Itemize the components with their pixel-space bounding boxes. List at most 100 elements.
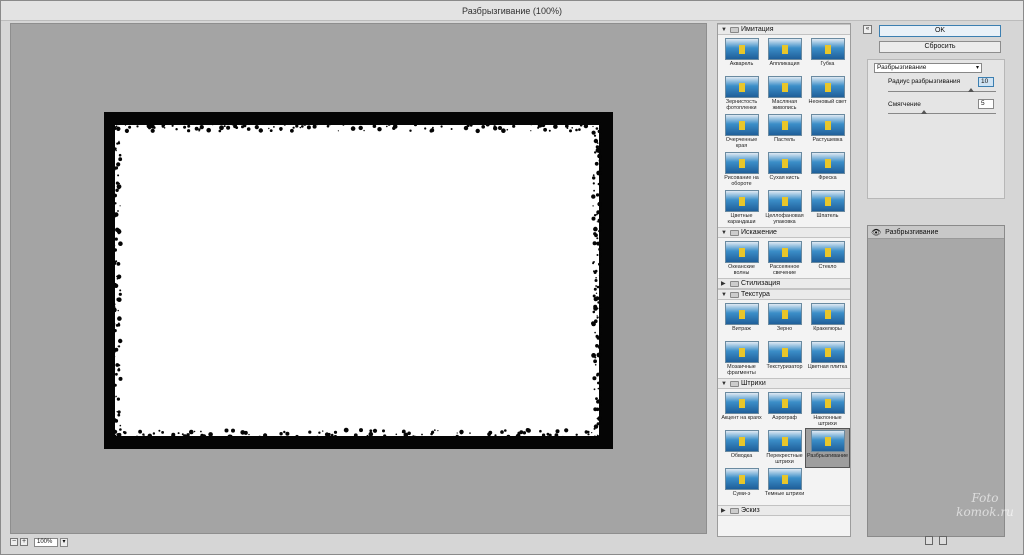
filter-thumbnail-item[interactable]: Масляная живопись [763,75,806,113]
window-title: Разбрызгивание (100%) [1,1,1023,21]
reset-button[interactable]: Сбросить [879,41,1001,53]
gallery-section-header[interactable]: ▼ Искажение [718,227,850,238]
filter-thumbnail-item[interactable]: Текстуризатор [763,340,806,378]
zoom-level[interactable]: 100% [34,537,58,547]
filter-preview-thumbnail [810,76,845,98]
filter-select[interactable]: Разбрызгивание ▾ [874,63,982,73]
gallery-section-label: Стилизация [741,280,780,287]
layer-actions [925,536,947,545]
zoom-in-button[interactable]: + [20,538,28,546]
trash-icon[interactable] [939,536,947,545]
radius-slider-knob[interactable] [968,88,975,92]
watermark-line2: komok.ru [956,505,1014,519]
zoom-dropdown-button[interactable]: ▾ [60,537,68,547]
filter-thumbnail-label: Неоновый свет [808,99,847,105]
filter-thumbnail-item[interactable]: Витраж [720,302,763,340]
filter-thumbnail-item[interactable]: Аппликация [763,37,806,75]
folder-icon [730,380,739,387]
radius-slider[interactable] [888,88,996,92]
filter-thumbnail-label: Океанские волны [728,264,755,276]
filter-thumbnail-item[interactable]: Кракелюры [806,302,849,340]
filter-thumbnail-item[interactable]: Мозаичные фрагменты [720,340,763,378]
filter-thumbnail-item[interactable]: Неоновый свет [806,75,849,113]
gallery-section-header[interactable]: ▶ Эскиз [718,505,850,516]
gallery-grid: Океанские волны Рассеянное свечение Стекло [718,238,850,278]
filter-thumbnail-item[interactable]: Океанские волны [720,240,763,278]
filter-thumbnail-item[interactable]: Зернистость фотопленки [720,75,763,113]
filter-thumbnail-item[interactable]: Рассеянное свечение [763,240,806,278]
filter-preview-thumbnail [767,38,802,60]
filter-thumbnail-item[interactable]: Обводка [720,429,763,467]
preview-document [104,112,613,449]
filter-thumbnail-item[interactable]: Разбрызгивание [805,428,850,468]
filter-thumbnail-label: Сухая кисть [769,175,800,181]
effect-layer-row[interactable]: 👁 Разбрызгивание [868,226,1004,239]
filter-thumbnail-item[interactable]: Пастель [763,113,806,151]
splatter-edge-texture [112,122,602,439]
filter-thumbnail-item[interactable]: Акварель [720,37,763,75]
filter-preview-thumbnail [810,341,845,363]
radius-input[interactable]: 10 [978,77,994,87]
filter-thumbnail-item[interactable]: Цветная плитка [806,340,849,378]
filter-thumbnail-item[interactable]: Перекрестные штрихи [763,429,806,467]
filter-thumbnail-item[interactable]: Цветные карандаши [720,189,763,227]
filter-preview-thumbnail [767,430,802,452]
filter-thumbnail-label: Обводка [730,453,753,459]
filter-thumbnail-item[interactable]: Рисование на обороте [720,151,763,189]
filter-thumbnail-item[interactable]: Стекло [806,240,849,278]
preview-canvas[interactable] [10,23,707,534]
softness-input[interactable]: 5 [978,99,994,109]
filter-thumbnail-item[interactable]: Сухая кисть [763,151,806,189]
filter-thumbnail-item[interactable]: Аэрограф [763,391,806,429]
filter-thumbnail-item[interactable]: Очерченные края [720,113,763,151]
filter-thumbnail-label: Мозаичные фрагменты [727,364,756,376]
filter-gallery-window: Разбрызгивание (100%) − + 100% ▾ ▼ Имита… [0,0,1024,555]
gallery-section-header[interactable]: ▼ Имитация [718,24,850,35]
triangle-down-icon: ▼ [721,291,727,298]
gallery-section-label: Имитация [741,26,774,33]
filter-preview-thumbnail [767,241,802,263]
filter-thumbnail-label: Темные штрихи [764,491,805,497]
filter-thumbnail-item[interactable]: Суми-э [720,467,763,505]
chevron-down-icon: ▾ [975,65,979,71]
filter-thumbnail-label: Цветные карандаши [727,213,756,225]
filter-thumbnail-label: Витраж [732,326,751,332]
zoom-out-button[interactable]: − [10,538,18,546]
filter-thumbnail-item[interactable]: Зерно [763,302,806,340]
folder-icon [730,229,739,236]
effect-layer-name: Разбрызгивание [885,228,939,236]
filter-thumbnail-item[interactable]: Акцент на краях [720,391,763,429]
filter-thumbnail-item[interactable]: Растушевка [806,113,849,151]
filter-preview-thumbnail [810,114,845,136]
filter-gallery-list[interactable]: ▼ Имитация Акварель Аппликация Губка Зернисто… [717,23,851,537]
watermark-line1: Foto [971,491,999,505]
filter-thumbnail-item[interactable]: Шпатель [806,189,849,227]
filter-thumbnail-label: Шпатель [816,213,839,219]
gallery-section-header[interactable]: ▼ Текстура [718,289,850,300]
new-effect-layer-icon[interactable] [925,536,933,545]
filter-thumbnail-item[interactable]: Целлофановая упаковка [763,189,806,227]
gallery-grid: Витраж Зерно Кракелюры Мозаичные фрагменты Т… [718,300,850,378]
filter-thumbnail-label: Аппликация [769,61,800,67]
gallery-section-label: Эскиз [741,507,760,514]
gallery-section-label: Штрихи [741,380,766,387]
eye-icon[interactable]: 👁 [871,228,881,237]
filter-thumbnail-item[interactable]: Темные штрихи [763,467,806,505]
filter-thumbnail-label: Масляная живопись [771,99,798,111]
filter-thumbnail-item[interactable]: Фреска [806,151,849,189]
filter-thumbnail-label: Губка [820,61,835,67]
collapse-gallery-button[interactable]: « [863,25,872,34]
ok-button[interactable]: OK [879,25,1001,37]
filter-preview-thumbnail [810,303,845,325]
gallery-section-header[interactable]: ▶ Стилизация [718,278,850,289]
filter-preview-thumbnail [767,341,802,363]
filter-preview-thumbnail [810,190,845,212]
filter-thumbnail-item[interactable]: Губка [806,37,849,75]
folder-icon [730,26,739,33]
filter-settings: Разбрызгивание ▾ Радиус разбрызгивания 1… [867,59,1005,199]
gallery-section-header[interactable]: ▼ Штрихи [718,378,850,389]
softness-slider[interactable] [888,110,996,114]
triangle-right-icon: ▶ [721,508,726,514]
filter-thumbnail-item[interactable]: Наклонные штрихи [806,391,849,429]
softness-slider-knob[interactable] [920,110,927,114]
